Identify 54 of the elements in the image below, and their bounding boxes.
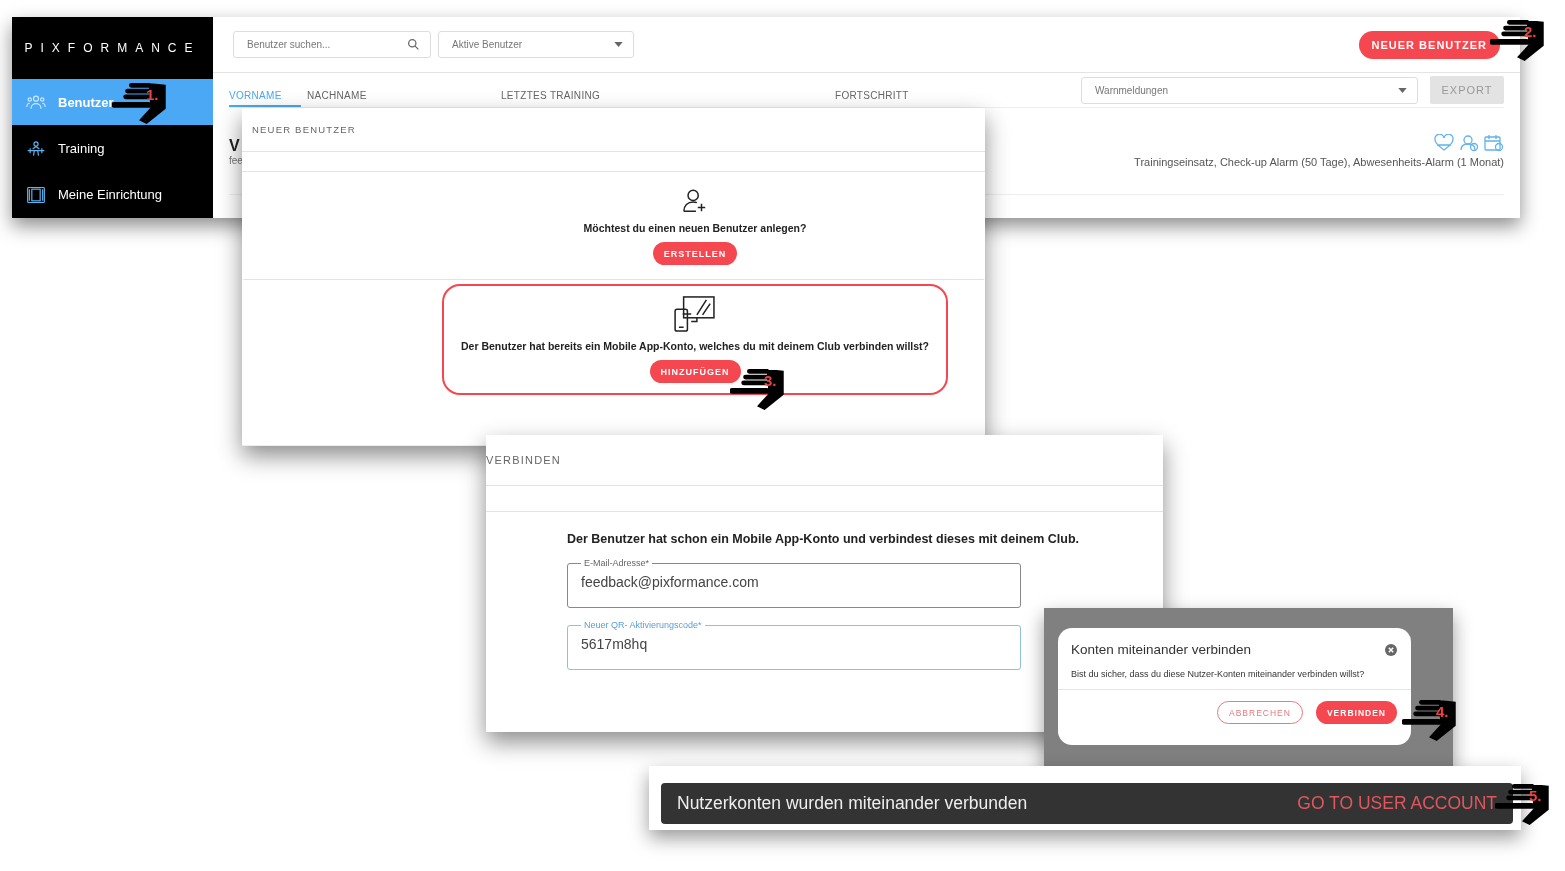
column-header[interactable]: LETZTES TRAINING <box>501 84 829 103</box>
sidebar-item[interactable]: Meine Einrichtung <box>12 171 213 218</box>
sidebar-item[interactable]: Training <box>12 125 213 172</box>
dialog-message: Bist du sicher, dass du diese Nutzer-Konten miteinander verbinden willst? <box>1058 657 1411 690</box>
warnings-dropdown[interactable]: Warnmeldungen <box>1081 76 1418 104</box>
caret-icon <box>614 42 623 47</box>
field-label: E-Mail-Adresse* <box>583 558 651 568</box>
dialog-title: Konten miteinander verbinden <box>1071 642 1252 657</box>
alarm-text: Trainingseinsatz, Check-up Alarm (50 Tage), Abwesenheits-Alarm (1 Monat) <box>1134 156 1504 168</box>
confirm-button[interactable]: VERBINDEN <box>1315 701 1397 724</box>
pointing-hand-icon <box>1402 699 1456 741</box>
device-icon <box>26 185 46 204</box>
search-icon <box>407 38 420 51</box>
column-header[interactable]: NACHNAME <box>307 84 495 103</box>
step-number: 2. <box>1524 23 1537 40</box>
field-value[interactable]: 5617m8hq <box>581 630 1007 652</box>
panel-title: NEUER BENUTZER <box>242 108 985 152</box>
caret-icon <box>1398 87 1407 93</box>
pointing-hand-icon <box>730 368 784 410</box>
step-number: 4. <box>1436 703 1449 720</box>
fitness-icon <box>26 139 46 158</box>
user-account-link[interactable]: GO TO USER ACCOUNT <box>1297 793 1497 814</box>
snackbar-message: Nutzerkonten wurden miteinander verbunden <box>677 793 1028 814</box>
input-field[interactable]: Neuer QR- Aktivierungscode* 5617m8hq <box>567 620 1021 670</box>
add-user-icon <box>682 188 708 214</box>
heart-icon <box>1434 134 1454 152</box>
pointing-hand-icon <box>112 82 166 124</box>
new-user-button[interactable]: NEUER BENUTZER <box>1358 30 1500 59</box>
input-field[interactable]: E-Mail-Adresse* feedback@pixformance.com <box>567 558 1021 608</box>
field-label: Neuer QR- Aktivierungscode* <box>583 620 703 630</box>
devices-icon <box>674 296 716 332</box>
cancel-button[interactable]: ABBRECHEN <box>1217 701 1303 724</box>
step-number: 1. <box>146 86 159 103</box>
close-icon[interactable] <box>1385 643 1397 656</box>
panel-title: VERBINDEN <box>486 435 1163 486</box>
users-icon <box>26 93 46 112</box>
calendar-icon <box>1484 134 1504 152</box>
user-name: V <box>229 136 241 155</box>
option-button[interactable]: HINZUFÜGEN <box>649 360 741 383</box>
pointing-hand-icon <box>1495 783 1549 825</box>
column-header[interactable]: FORTSCHRITT <box>835 84 955 103</box>
step-number: 3. <box>764 372 777 389</box>
logo: PIXFORMANCE <box>23 40 202 58</box>
search-field[interactable]: Benutzer suchen... <box>233 31 431 58</box>
field-value[interactable]: feedback@pixformance.com <box>581 568 1007 590</box>
badge-icon <box>1459 134 1479 152</box>
step-number: 5. <box>1529 787 1542 804</box>
option-button[interactable]: ERSTELLEN <box>652 242 738 265</box>
option-question: Möchtest du einen neuen Benutzer anlegen? <box>583 222 807 234</box>
option-question: Der Benutzer hat bereits ein Mobile App-Konto, welches du mit deinem Club verbinden willst? <box>460 340 930 352</box>
intro-text: Der Benutzer hat schon ein Mobile App-Konto und verbindest dieses mit deinem Club. <box>567 532 1081 546</box>
user-email: fee <box>229 154 243 166</box>
status-dropdown[interactable]: Aktive Benutzer <box>438 31 634 58</box>
pointing-hand-icon <box>1490 19 1544 61</box>
